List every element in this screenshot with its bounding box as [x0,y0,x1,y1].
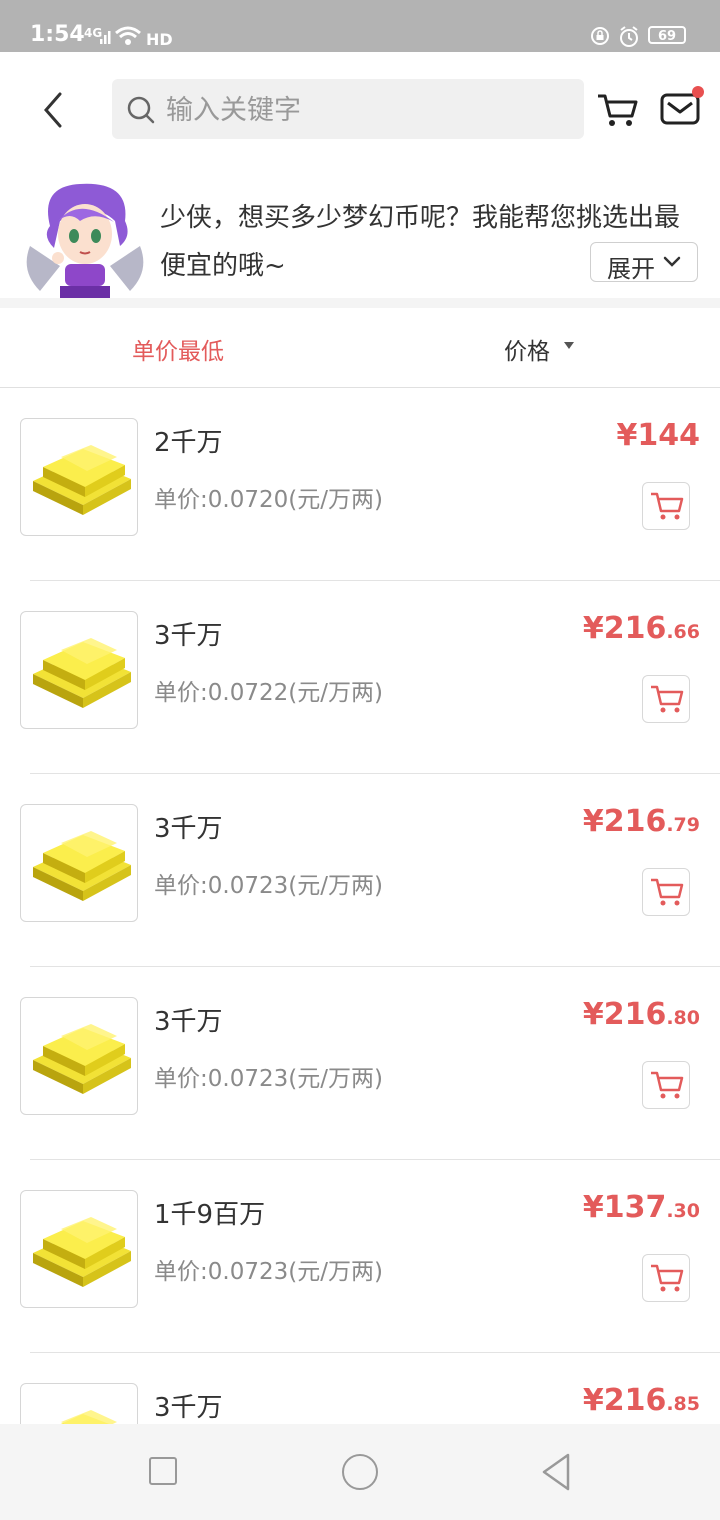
price-currency: ¥ [582,611,604,646]
assistant-banner: 少侠，想买多少梦幻币呢？我能帮您挑选出最便宜的哦~ 展开 [0,166,720,299]
system-nav-bar [0,1424,720,1520]
gold-bar-icon [33,831,131,901]
price-decimal: .85 [666,1393,700,1415]
price-currency: ¥ [582,804,604,839]
section-divider [0,298,720,308]
gold-bar-image [20,611,138,729]
cart-icon [651,1264,684,1292]
item-unit-price: 单价:0.0720(元/万两) [154,487,383,513]
cart-icon [651,492,684,520]
item-name: 3千万 [154,1007,223,1037]
price-decimal: .30 [666,1200,700,1222]
price-currency: ¥ [582,997,604,1032]
price-integer: 216 [603,804,667,839]
expand-label: 展开 [607,255,655,283]
add-to-cart-button[interactable] [642,1061,690,1109]
top-bar [0,52,720,167]
recent-apps-button[interactable] [149,1457,177,1485]
price-currency: ¥ [582,1190,604,1225]
price-decimal: .66 [666,621,700,643]
add-to-cart-button[interactable] [642,1254,690,1302]
price-integer: 216 [603,997,667,1032]
list-item[interactable]: 3千万 单价:0.0723(元/万两) ¥216.79 [0,774,720,967]
sort-by-price[interactable]: 价格 [504,332,550,366]
gold-bar-image [20,804,138,922]
search-box[interactable] [112,79,584,139]
alarm-icon [620,26,638,47]
assistant-avatar [26,183,144,298]
signal-icon [100,31,111,44]
list-item[interactable]: 3千万 单价:0.0722(元/万两) ¥216.66 [0,581,720,774]
add-to-cart-button[interactable] [642,482,690,530]
price-integer: 216 [603,611,667,646]
sort-bar: 单价最低 价格 [0,308,720,388]
home-button[interactable] [342,1454,378,1490]
cart-icon [651,685,684,713]
item-unit-price: 单价:0.0723(元/万两) [154,1259,383,1285]
item-name: 2千万 [154,428,223,458]
list-item[interactable]: 1千9百万 单价:0.0723(元/万两) ¥137.30 [0,1160,720,1353]
item-name: 1千9百万 [154,1200,266,1230]
item-price: ¥216.79 [583,804,700,839]
add-to-cart-button[interactable] [642,675,690,723]
sort-down-icon [564,342,574,349]
search-input[interactable] [164,89,568,131]
chevron-down-icon [663,256,681,267]
item-price: ¥216.66 [583,611,700,646]
gold-bar-icon [33,1217,131,1287]
wifi-icon [115,26,141,45]
gold-bar-image [20,418,138,536]
item-unit-price: 单价:0.0723(元/万两) [154,1066,383,1092]
gold-bar-icon [33,638,131,708]
gold-bar-image [20,1383,138,1424]
item-price: ¥137.30 [583,1190,700,1225]
sort-lowest-unit-price[interactable]: 单价最低 [132,332,224,366]
gold-bar-icon [60,1410,117,1424]
cart-icon[interactable] [596,92,640,128]
item-price: ¥216.85 [583,1383,700,1418]
list-item[interactable]: 2千万 单价:0.0720(元/万两) ¥144 [0,388,720,581]
cart-icon [651,878,684,906]
price-currency: ¥ [616,418,638,453]
nav-back-icon[interactable] [540,1452,572,1492]
item-name: 3千万 [154,621,223,651]
cart-icon [651,1071,684,1099]
item-unit-price: 单价:0.0723(元/万两) [154,873,383,899]
notification-dot [692,86,704,98]
hd-indicator: HD [146,30,173,49]
gold-bar-image [20,997,138,1115]
gold-bar-image [20,1190,138,1308]
item-unit-price: 单价:0.0722(元/万两) [154,680,383,706]
item-price: ¥144 [617,418,701,453]
list-item[interactable]: 3千万 ¥216.85 [0,1353,720,1424]
add-to-cart-button[interactable] [642,868,690,916]
price-decimal: .79 [666,814,700,836]
search-icon [127,96,155,124]
product-list: 2千万 单价:0.0720(元/万两) ¥144 3千万 单价:0.0722(元… [0,388,720,1424]
status-bar: 1:54 4G HD 69 [0,0,720,52]
item-name: 3千万 [154,814,223,844]
price-decimal: .80 [666,1007,700,1029]
item-price: ¥216.80 [583,997,700,1032]
lock-rotation-icon [591,27,609,45]
list-item[interactable]: 3千万 单价:0.0723(元/万两) ¥216.80 [0,967,720,1160]
gold-bar-icon [33,445,131,515]
price-currency: ¥ [582,1383,604,1418]
item-name: 3千万 [154,1393,223,1423]
status-time: 1:54 [30,22,85,47]
price-integer: 137 [603,1190,667,1225]
price-integer: 144 [637,418,700,453]
expand-button[interactable]: 展开 [590,242,698,283]
battery-indicator: 69 [648,26,686,44]
back-arrow-icon[interactable] [36,90,72,130]
gold-bar-icon [33,1024,131,1094]
price-integer: 216 [603,1383,667,1418]
